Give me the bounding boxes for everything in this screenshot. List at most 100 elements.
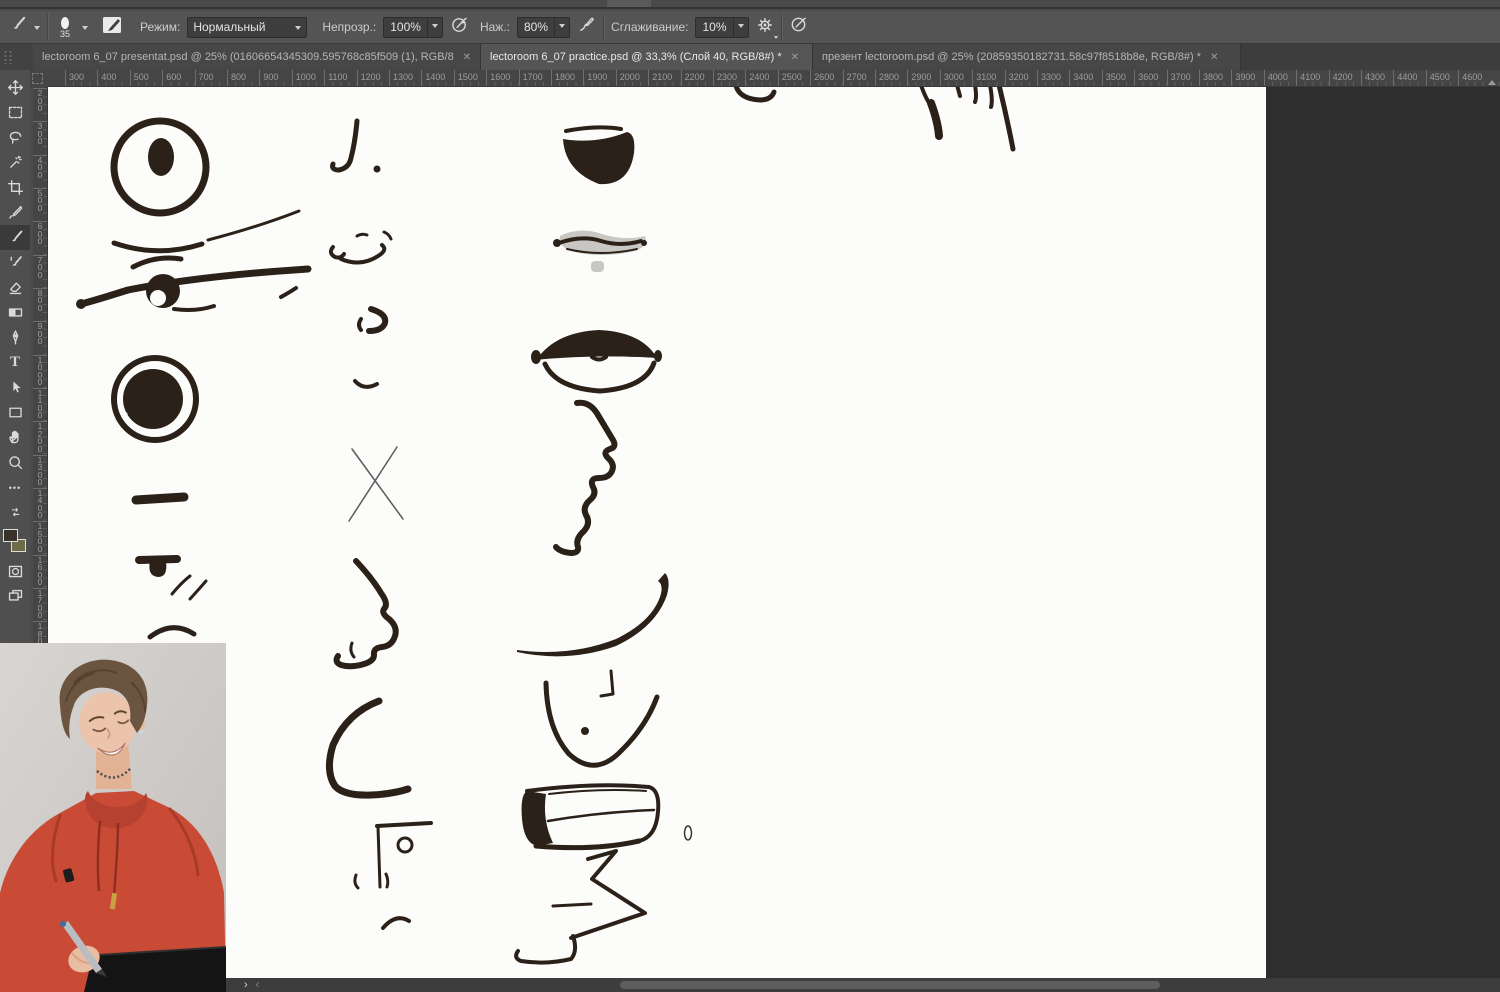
- swap-colors[interactable]: [0, 500, 30, 525]
- brush-preset-preview-icon[interactable]: 35: [55, 17, 75, 38]
- ruler-tick-label: 3900: [1231, 70, 1255, 87]
- ruler-end-chevron-icon: [1488, 76, 1496, 85]
- chevron-down-icon: [295, 26, 301, 33]
- document-canvas[interactable]: [48, 87, 1266, 978]
- pressure-select[interactable]: 80%: [517, 17, 570, 38]
- shape-tool[interactable]: [0, 400, 30, 425]
- ruler-tick-label: 2000: [616, 70, 640, 87]
- eraser-tool[interactable]: [0, 275, 30, 300]
- ruler-origin-box[interactable]: [28, 70, 48, 87]
- ruler-tick-label: 1300: [389, 70, 413, 87]
- document-tabs: lectoroom 6_07 presentat.psd @ 25% (0160…: [33, 44, 1241, 70]
- color-swatches[interactable]: [0, 525, 30, 559]
- tool-options-bar: 35 Режим: Нормальный Непрозр.: 100% Наж.…: [0, 11, 1500, 44]
- ruler-tick-label: 500: [130, 70, 149, 87]
- ruler-tick-label: 2500: [778, 70, 802, 87]
- ruler-tick-label: 1100: [33, 388, 47, 420]
- move-tool[interactable]: [0, 75, 30, 100]
- opacity-select[interactable]: 100%: [383, 17, 443, 38]
- document-tab[interactable]: презент lectoroom.psd @ 25% (20859350182…: [813, 44, 1241, 70]
- ruler-tick-label: 2100: [648, 70, 672, 87]
- pressure-label: Наж.:: [480, 20, 510, 34]
- zoom-tool[interactable]: [0, 450, 30, 475]
- brush-tool-icon[interactable]: [8, 15, 27, 39]
- ruler-tick-label: 400: [33, 155, 47, 180]
- mixer-brush-tool[interactable]: [0, 250, 30, 275]
- ruler-tick-label: 900: [33, 321, 47, 346]
- ruler-tick-label: 500: [33, 188, 47, 213]
- eyedropper-tool[interactable]: [0, 200, 30, 225]
- smoothing-select[interactable]: 10%: [695, 17, 748, 38]
- hand-tool[interactable]: [0, 425, 30, 450]
- quick-mask[interactable]: [0, 559, 30, 584]
- opacity-label: Непрозр.:: [322, 20, 376, 34]
- ruler-tick-label: 900: [259, 70, 278, 87]
- menu-bar-edge: [0, 0, 1500, 9]
- brush-size-value: 35: [60, 30, 70, 38]
- ruler-tick-label: 1400: [421, 70, 445, 87]
- document-tab[interactable]: lectoroom 6_07 presentat.psd @ 25% (0160…: [33, 44, 481, 70]
- opacity-value[interactable]: 100%: [384, 20, 427, 34]
- ruler-tick-label: 1000: [33, 355, 47, 387]
- scroll-left-chevron-icon[interactable]: ‹: [252, 978, 264, 992]
- mode-value: Нормальный: [193, 20, 265, 34]
- ruler-tick-label: 600: [162, 70, 181, 87]
- pressure-value[interactable]: 80%: [518, 20, 554, 34]
- horizontal-ruler[interactable]: 3004005006007008009001000110012001300140…: [48, 70, 1500, 87]
- toggle-brush-panel-icon[interactable]: [101, 15, 123, 40]
- separator: [603, 14, 604, 40]
- chevron-down-icon[interactable]: [554, 18, 569, 37]
- tab-close-icon[interactable]: ✕: [791, 52, 799, 63]
- chevron-down-icon[interactable]: [82, 26, 88, 33]
- gradient-tool[interactable]: [0, 300, 30, 325]
- ruler-tick-label: 2400: [745, 70, 769, 87]
- ruler-tick-label: 1700: [33, 588, 47, 620]
- panel-grip[interactable]: [0, 44, 33, 70]
- document-tab[interactable]: lectoroom 6_07 practice.psd @ 33,3% (Сло…: [481, 44, 813, 70]
- ruler-tick-label: 3300: [1037, 70, 1061, 87]
- horizontal-scrollbar[interactable]: › ‹: [226, 978, 1500, 992]
- path-select-tool[interactable]: [0, 375, 30, 400]
- brush-tool[interactable]: [0, 225, 30, 250]
- tab-close-icon[interactable]: ✕: [463, 52, 471, 63]
- ruler-tick-label: 1900: [583, 70, 607, 87]
- separator: [47, 14, 48, 40]
- tab-close-icon[interactable]: ✕: [1210, 52, 1218, 63]
- ruler-tick-label: 700: [33, 255, 47, 280]
- more-tools[interactable]: •••: [0, 475, 30, 500]
- mode-select[interactable]: Нормальный: [187, 17, 307, 38]
- opacity-pressure-icon[interactable]: [450, 15, 469, 39]
- type-tool[interactable]: T: [0, 350, 30, 375]
- chevron-down-icon[interactable]: [427, 18, 442, 37]
- ruler-tick-label: 1200: [33, 421, 47, 453]
- ruler-tick-label: 2600: [810, 70, 834, 87]
- ruler-tick-label: 3400: [1069, 70, 1093, 87]
- chevron-down-icon[interactable]: [34, 26, 40, 33]
- ruler-tick-label: 800: [227, 70, 246, 87]
- ruler-tick-label: 2300: [713, 70, 737, 87]
- instructor-video: [0, 643, 226, 992]
- scroll-right-chevron-icon[interactable]: ›: [240, 978, 252, 992]
- pen-tool[interactable]: [0, 325, 30, 350]
- crop-tool[interactable]: [0, 175, 30, 200]
- marquee-tool[interactable]: [0, 100, 30, 125]
- size-pressure-icon[interactable]: [577, 15, 596, 39]
- ruler-tick-label: 300: [65, 70, 84, 87]
- chevron-down-icon[interactable]: [733, 18, 748, 37]
- gear-icon[interactable]: [756, 16, 774, 39]
- ruler-tick-label: 4300: [1361, 70, 1385, 87]
- ruler-tick-label: 1500: [454, 70, 478, 87]
- application-window: 35 Режим: Нормальный Непрозр.: 100% Наж.…: [0, 0, 1500, 992]
- lasso-tool[interactable]: [0, 125, 30, 150]
- separator: [781, 14, 782, 40]
- airbrush-icon[interactable]: [789, 15, 808, 39]
- ruler-tick-label: 1000: [292, 70, 316, 87]
- smoothing-value[interactable]: 10%: [696, 20, 732, 34]
- foreground-color-swatch[interactable]: [3, 529, 18, 542]
- ruler-tick-label: 4600: [1458, 70, 1482, 87]
- ruler-tick-label: 3600: [1134, 70, 1158, 87]
- scrollbar-thumb[interactable]: [620, 981, 1160, 989]
- screen-mode[interactable]: [0, 584, 30, 609]
- ruler-tick-label: 3200: [1005, 70, 1029, 87]
- magic-wand-tool[interactable]: [0, 150, 30, 175]
